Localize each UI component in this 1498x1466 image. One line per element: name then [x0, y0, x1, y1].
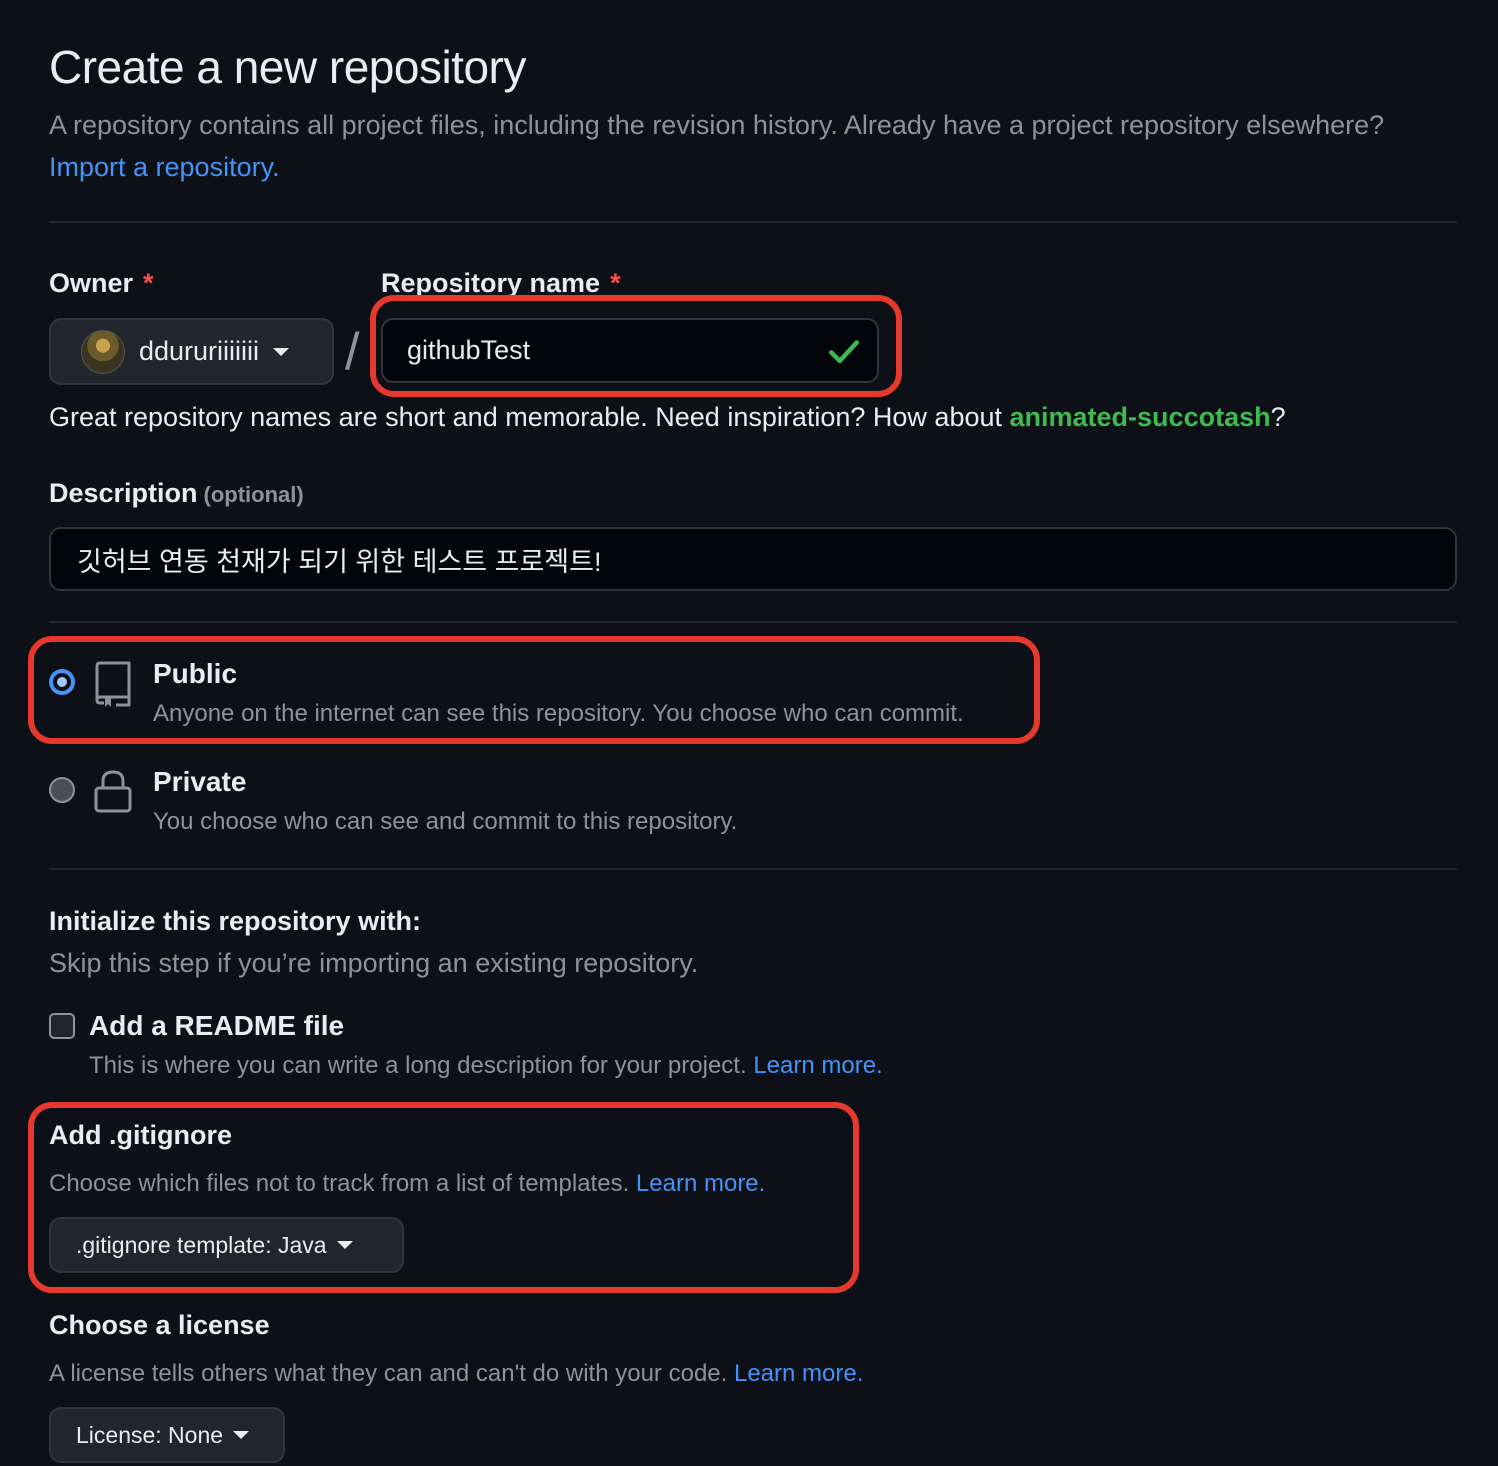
private-desc: You choose who can see and commit to thi…: [153, 808, 738, 835]
license-select-label: License: None: [76, 1421, 224, 1448]
readme-learn-more-link[interactable]: Learn more.: [753, 1052, 882, 1079]
create-repo-page: Create a new repository A repository con…: [0, 0, 1498, 1466]
page-title: Create a new repository: [49, 41, 526, 93]
suggested-name-link[interactable]: animated-succotash: [1010, 402, 1271, 432]
required-mark: *: [610, 268, 621, 298]
check-icon: [828, 339, 860, 363]
repo-icon: [95, 661, 131, 707]
owner-dropdown-button[interactable]: ddururiiiiiii: [49, 318, 334, 385]
license-desc: A license tells others what they can and…: [49, 1360, 863, 1388]
owner-value: ddururiiiiiii: [139, 336, 260, 366]
optional-tag: (optional): [203, 482, 304, 507]
lock-icon: [94, 770, 132, 813]
initialize-title: Initialize this repository with:: [49, 906, 422, 936]
owner-label-text: Owner: [49, 268, 134, 298]
chevron-down-icon: [336, 1241, 353, 1249]
description-input[interactable]: 깃허브 연동 천재가 되기 위한 테스트 프로젝트!: [49, 527, 1457, 591]
description-value: 깃허브 연동 천재가 되기 위한 테스트 프로젝트!: [77, 546, 602, 577]
divider: [49, 868, 1457, 870]
repo-name-label-text: Repository name: [381, 268, 601, 298]
description-label-text: Description: [49, 478, 198, 508]
public-radio-ring: [53, 673, 71, 691]
readme-checkbox[interactable]: [49, 1013, 75, 1039]
private-title: Private: [153, 766, 247, 797]
gitignore-select-label: .gitignore template: Java: [76, 1231, 327, 1258]
subtitle-text: A repository contains all project files,…: [49, 110, 1385, 140]
license-desc-text: A license tells others what they can and…: [49, 1360, 728, 1387]
private-radio[interactable]: [49, 777, 75, 803]
gitignore-desc: Choose which files not to track from a l…: [49, 1170, 765, 1198]
initialize-desc: Skip this step if you’re importing an ex…: [49, 948, 699, 978]
owner-repo-separator: /: [345, 323, 360, 381]
owner-label: Owner *: [49, 268, 154, 299]
repo-name-value: githubTest: [407, 335, 531, 365]
license-select[interactable]: License: None: [49, 1407, 285, 1463]
repo-name-input[interactable]: githubTest: [381, 318, 879, 383]
readme-desc: This is where you can write a long descr…: [89, 1052, 883, 1080]
public-radio-dot: [57, 677, 67, 687]
gitignore-title: Add .gitignore: [49, 1120, 232, 1150]
public-desc: Anyone on the internet can see this repo…: [153, 700, 964, 727]
chevron-down-icon: [233, 1431, 250, 1439]
public-radio[interactable]: [49, 669, 75, 695]
readme-desc-text: This is where you can write a long descr…: [89, 1052, 747, 1079]
hint-suffix: ?: [1270, 402, 1286, 432]
divider: [49, 221, 1457, 223]
hint-text: Great repository names are short and mem…: [49, 402, 1002, 432]
repo-name-hint: Great repository names are short and mem…: [49, 402, 1286, 433]
repo-name-label: Repository name *: [381, 268, 621, 299]
gitignore-learn-more-link[interactable]: Learn more.: [636, 1170, 765, 1197]
public-title: Public: [153, 658, 238, 689]
chevron-down-icon: [273, 347, 290, 356]
readme-label[interactable]: Add a README file: [89, 1010, 344, 1042]
description-label: Description (optional): [49, 478, 304, 509]
license-learn-more-link[interactable]: Learn more.: [734, 1360, 863, 1387]
avatar: [81, 329, 125, 374]
divider: [49, 621, 1457, 623]
import-repository-link[interactable]: Import a repository.: [49, 152, 280, 182]
license-title: Choose a license: [49, 1310, 270, 1340]
required-mark: *: [143, 268, 154, 298]
gitignore-template-select[interactable]: .gitignore template: Java: [49, 1217, 404, 1273]
gitignore-desc-text: Choose which files not to track from a l…: [49, 1170, 630, 1197]
page-subtitle: A repository contains all project files,…: [49, 104, 1449, 188]
